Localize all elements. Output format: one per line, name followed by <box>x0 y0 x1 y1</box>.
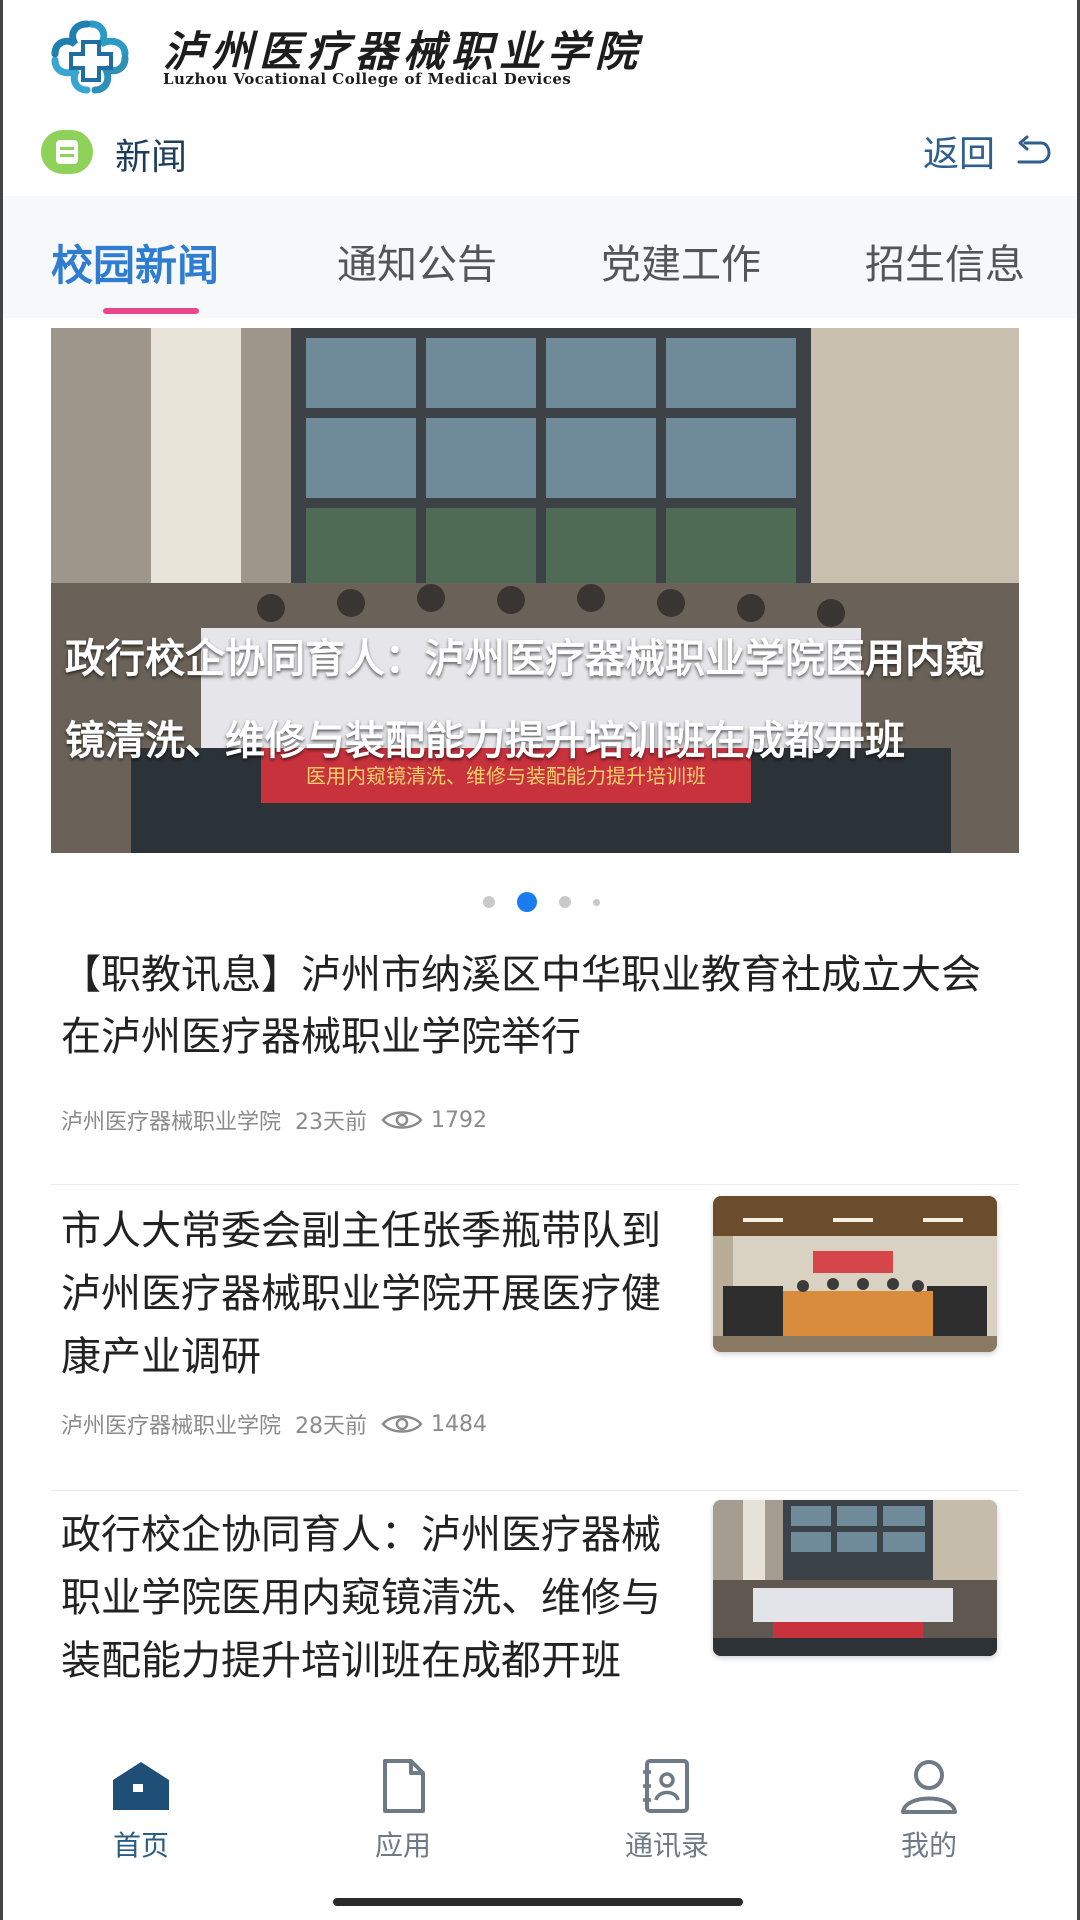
news-source: 泸州医疗器械职业学院 <box>61 1110 282 1135</box>
news-meta: 泸州医疗器械职业学院 23天前 1792 <box>61 1104 487 1136</box>
active-tab-indicator <box>103 308 199 314</box>
app-screen: 泸州医疗器械职业学院 Luzhou Vocational College of … <box>0 0 1080 1920</box>
college-header: 泸州医疗器械职业学院 Luzhou Vocational College of … <box>3 0 1077 110</box>
news-thumbnail[interactable] <box>713 1500 997 1656</box>
college-logo-icon <box>51 20 129 94</box>
news-subheader: 新闻 返回 <box>3 120 1077 200</box>
tab-campus-news[interactable]: 校园新闻 <box>51 232 219 293</box>
nav-home-label: 首页 <box>112 1829 169 1862</box>
divider <box>51 1490 1019 1491</box>
tab-admissions[interactable]: 招生信息 <box>865 232 1025 290</box>
back-button[interactable]: 返回 <box>923 126 1053 176</box>
divider <box>51 1184 1019 1185</box>
bottom-navigation: 首页 应用 通讯录 我的 <box>3 1738 1077 1920</box>
user-icon <box>901 1760 957 1814</box>
banner-caption: 政行校企协同育人：泸州医疗器械职业学院医用内窥镜清洗、维修与装配能力提升培训班在… <box>65 636 985 764</box>
eye-icon <box>381 1111 423 1129</box>
home-indicator[interactable] <box>333 1898 743 1906</box>
carousel-dot[interactable] <box>593 898 600 906</box>
tab-notices[interactable]: 通知公告 <box>337 232 497 290</box>
nav-contacts[interactable]: 通讯录 <box>597 1758 737 1864</box>
nav-profile[interactable]: 我的 <box>859 1758 999 1864</box>
carousel-dot[interactable] <box>483 896 495 908</box>
news-title[interactable]: 【职教讯息】泸州市纳溪区中华职业教育社成立大会在泸州医疗器械职业学院举行 <box>61 944 981 1068</box>
nav-home[interactable]: 首页 <box>71 1758 211 1864</box>
news-icon <box>41 130 93 174</box>
news-title[interactable]: 政行校企协同育人：泸州医疗器械职业学院医用内窥镜清洗、维修与装配能力提升培训班在… <box>61 1504 661 1693</box>
document-icon <box>383 1759 425 1813</box>
news-meta: 泸州医疗器械职业学院 28天前 1484 <box>61 1408 487 1440</box>
carousel-dot-active[interactable] <box>517 892 537 912</box>
carousel-dot[interactable] <box>559 896 571 908</box>
page-title: 新闻 <box>115 137 188 178</box>
news-views: 1792 <box>431 1107 488 1133</box>
news-time: 23天前 <box>295 1110 368 1135</box>
news-source: 泸州医疗器械职业学院 <box>61 1414 282 1439</box>
banner-carousel[interactable]: 医用内窥镜清洗、维修与装配能力提升培训班 政行校企协同育人：泸州医疗器械职业学院… <box>51 328 1019 853</box>
college-name-en: Luzhou Vocational College of Medical Dev… <box>163 70 572 88</box>
eye-icon <box>381 1415 423 1433</box>
news-time: 28天前 <box>295 1414 368 1439</box>
group-photo <box>713 1500 997 1656</box>
back-label: 返回 <box>922 134 995 175</box>
news-title[interactable]: 市人大常委会副主任张季瓶带队到泸州医疗器械职业学院开展医疗健康产业调研 <box>61 1200 661 1389</box>
nav-contacts-label: 通讯录 <box>624 1829 709 1862</box>
contacts-icon <box>643 1759 689 1813</box>
nav-apps-label: 应用 <box>374 1829 431 1862</box>
tab-party-building[interactable]: 党建工作 <box>601 232 761 290</box>
return-arrow-icon <box>1017 135 1051 164</box>
news-views: 1484 <box>431 1411 488 1437</box>
news-thumbnail[interactable] <box>713 1196 997 1352</box>
nav-apps[interactable]: 应用 <box>333 1758 473 1864</box>
meeting-room-photo <box>713 1196 997 1352</box>
category-tabs: 校园新闻 通知公告 党建工作 招生信息 <box>3 196 1077 318</box>
home-icon <box>113 1762 169 1810</box>
carousel-indicator <box>483 892 600 912</box>
nav-profile-label: 我的 <box>900 1829 957 1862</box>
